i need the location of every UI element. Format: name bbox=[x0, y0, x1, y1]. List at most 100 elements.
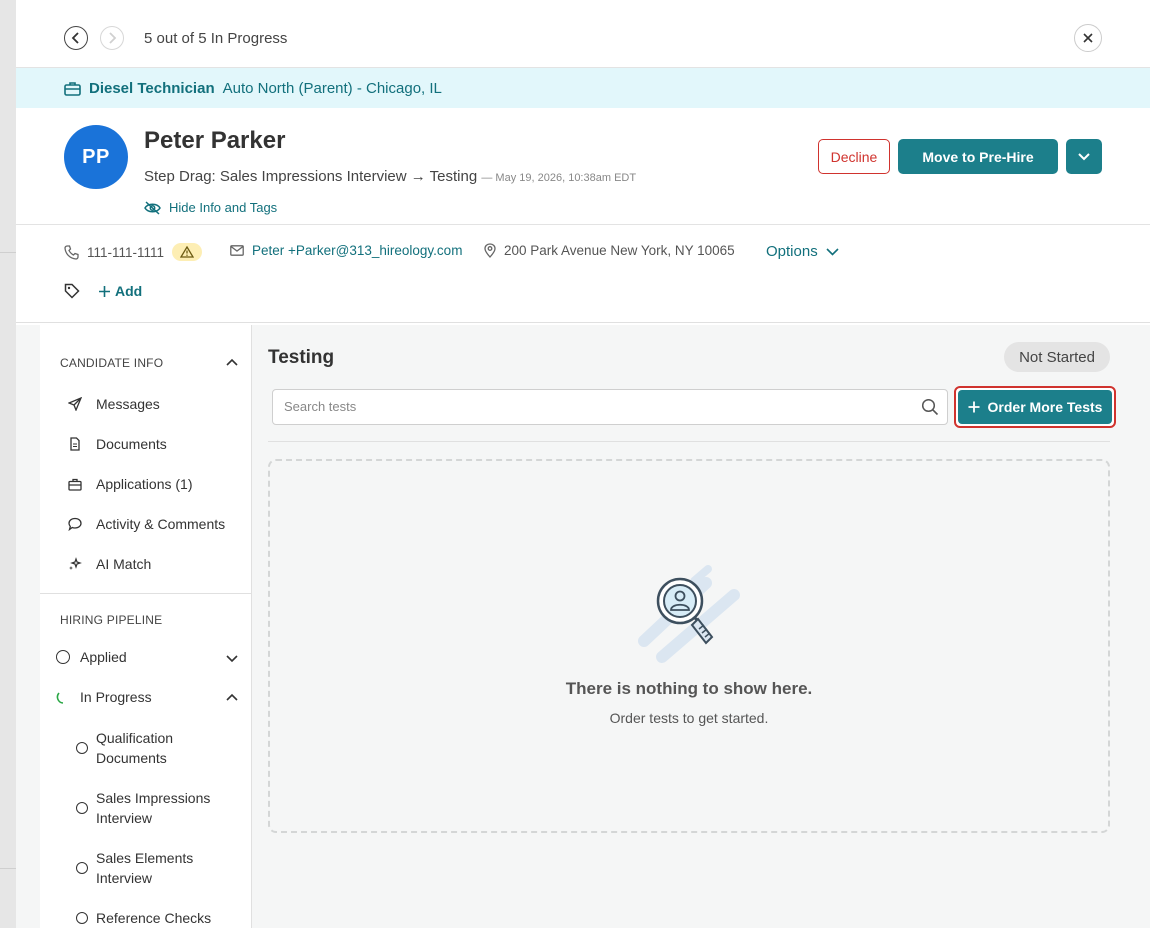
candidate-step-info: Step Drag: Sales Impressions Interview →… bbox=[144, 168, 636, 185]
job-location-link[interactable]: Auto North (Parent) - Chicago, IL bbox=[223, 80, 442, 97]
empty-state-title: There is nothing to show here. bbox=[565, 679, 813, 698]
mail-icon bbox=[230, 245, 244, 256]
stage-status-icon bbox=[76, 802, 88, 814]
tags-row: Add bbox=[64, 283, 142, 299]
avatar: PP bbox=[64, 125, 128, 189]
briefcase-icon bbox=[64, 81, 81, 96]
search-icon[interactable] bbox=[921, 398, 939, 421]
empty-state-subtitle: Order tests to get started. bbox=[609, 710, 769, 726]
sidebar-item-label: Activity & Comments bbox=[96, 516, 226, 532]
options-dropdown[interactable]: Options bbox=[766, 243, 839, 260]
comment-icon bbox=[68, 517, 82, 531]
warning-icon bbox=[180, 246, 195, 258]
sidebar-item-ai-match[interactable]: AI Match bbox=[68, 556, 151, 572]
order-more-tests-button[interactable]: Order More Tests bbox=[954, 386, 1116, 428]
top-nav: 5 out of 5 In Progress bbox=[16, 0, 1150, 68]
testing-section: Testing Not Started Order More Tests bbox=[268, 325, 1116, 928]
move-to-pre-hire-button[interactable]: Move to Pre-Hire bbox=[898, 139, 1058, 174]
add-tag-label: Add bbox=[115, 283, 143, 299]
phone-info: 111-111-1111 bbox=[64, 243, 203, 261]
sidebar-item-label: AI Match bbox=[96, 556, 152, 572]
sub-stage-sales-impressions-interview[interactable]: Sales Impressions Interview bbox=[76, 788, 210, 828]
step-text: Step Drag: Sales Impressions Interview →… bbox=[144, 168, 478, 185]
phone-icon bbox=[64, 244, 79, 260]
next-candidate-button[interactable] bbox=[100, 26, 124, 50]
empty-state: There is nothing to show here. Order tes… bbox=[268, 459, 1110, 833]
sidebar-item-documents[interactable]: Documents bbox=[68, 436, 167, 452]
eye-off-icon bbox=[144, 200, 161, 215]
progress-ring-icon bbox=[56, 692, 64, 704]
address-text: 200 Park Avenue New York, NY 10065 bbox=[504, 243, 735, 258]
plus-icon bbox=[968, 401, 980, 413]
sidebar-item-applications[interactable]: Applications (1) bbox=[68, 476, 193, 492]
sidebar-item-label: Documents bbox=[96, 436, 167, 452]
sub-stage-reference-checks[interactable]: Reference Checks bbox=[76, 908, 211, 928]
phone-number[interactable]: 111-111-1111 bbox=[87, 245, 164, 260]
candidate-counter: 5 out of 5 In Progress bbox=[144, 30, 288, 47]
section-divider bbox=[268, 441, 1110, 442]
search-input[interactable] bbox=[284, 399, 904, 414]
decline-button[interactable]: Decline bbox=[818, 139, 890, 174]
sub-stage-qualification-documents[interactable]: Qualification Documents bbox=[76, 728, 173, 768]
sub-stage-label: Sales Elements Interview bbox=[96, 850, 194, 886]
close-button[interactable] bbox=[1074, 24, 1102, 52]
address-info: 200 Park Avenue New York, NY 10065 bbox=[484, 243, 735, 258]
magnifier-person-icon bbox=[638, 565, 740, 663]
sidebar-item-activity[interactable]: Activity & Comments bbox=[68, 516, 225, 532]
candidate-header: PP Peter Parker Step Drag: Sales Impress… bbox=[16, 108, 1150, 225]
stage-status-icon bbox=[76, 862, 88, 874]
chevron-left-icon bbox=[71, 32, 79, 44]
chevron-up-icon[interactable] bbox=[226, 358, 238, 366]
candidate-name: Peter Parker bbox=[144, 127, 286, 154]
send-icon bbox=[68, 397, 82, 411]
sidebar: CANDIDATE INFO Messages Documents Applic… bbox=[40, 325, 252, 928]
chevron-down-icon bbox=[1078, 152, 1090, 160]
stage-label: In Progress bbox=[80, 689, 152, 705]
email-link[interactable]: Peter +Parker@313_hireology.com bbox=[252, 243, 462, 258]
sub-stage-label: Reference Checks bbox=[96, 910, 212, 926]
chevron-down-icon[interactable] bbox=[226, 655, 238, 663]
candidate-panel: 5 out of 5 In Progress Diesel Technician… bbox=[16, 0, 1150, 928]
hide-info-label: Hide Info and Tags bbox=[169, 200, 278, 215]
hide-info-toggle[interactable]: Hide Info and Tags bbox=[144, 200, 277, 215]
background-page bbox=[0, 0, 16, 928]
plus-icon bbox=[99, 285, 110, 297]
tag-icon bbox=[64, 283, 80, 299]
phone-warning-badge bbox=[172, 243, 203, 261]
candidate-info-heading: CANDIDATE INFO bbox=[60, 356, 164, 370]
sidebar-item-messages[interactable]: Messages bbox=[68, 396, 160, 412]
stage-label: Applied bbox=[80, 649, 127, 665]
step-timestamp: — May 19, 2026, 10:38am EDT bbox=[481, 172, 637, 184]
briefcase-icon bbox=[68, 478, 82, 491]
search-tests-field[interactable] bbox=[272, 389, 948, 425]
chevron-down-icon bbox=[826, 247, 839, 256]
pipeline-stage-applied[interactable]: Applied bbox=[56, 649, 127, 665]
more-actions-dropdown-button[interactable] bbox=[1066, 139, 1102, 174]
location-pin-icon bbox=[484, 243, 496, 258]
close-icon bbox=[1083, 33, 1093, 43]
sidebar-item-label: Messages bbox=[96, 396, 160, 412]
chevron-right-icon bbox=[109, 32, 117, 44]
chevron-up-icon[interactable] bbox=[226, 693, 238, 701]
order-more-tests-inner: Order More Tests bbox=[958, 390, 1112, 424]
prev-candidate-button[interactable] bbox=[64, 26, 88, 50]
stage-status-icon bbox=[76, 742, 88, 754]
sparkle-icon bbox=[69, 557, 82, 570]
pipeline-stage-in-progress[interactable]: In Progress bbox=[56, 689, 152, 705]
sub-stage-label: Sales Impressions Interview bbox=[96, 790, 211, 826]
sidebar-item-label: Applications (1) bbox=[96, 476, 193, 492]
sidebar-divider bbox=[40, 593, 251, 594]
email-info: Peter +Parker@313_hireology.com bbox=[230, 243, 462, 258]
add-tag-button[interactable]: Add bbox=[98, 283, 142, 299]
hiring-pipeline-heading: HIRING PIPELINE bbox=[60, 613, 163, 627]
stage-status-icon bbox=[56, 650, 70, 664]
status-badge: Not Started bbox=[1004, 342, 1110, 372]
sub-stage-sales-elements-interview[interactable]: Sales Elements Interview bbox=[76, 848, 193, 888]
job-title-link[interactable]: Diesel Technician bbox=[89, 80, 215, 97]
document-icon bbox=[70, 437, 80, 451]
options-label: Options bbox=[766, 243, 818, 260]
contact-info-row: 111-111-1111 Peter +Parker@313_hireology… bbox=[16, 225, 1150, 323]
section-title: Testing bbox=[268, 347, 335, 368]
content-area: CANDIDATE INFO Messages Documents Applic… bbox=[16, 325, 1150, 928]
sub-stage-label: Qualification Documents bbox=[96, 730, 174, 766]
